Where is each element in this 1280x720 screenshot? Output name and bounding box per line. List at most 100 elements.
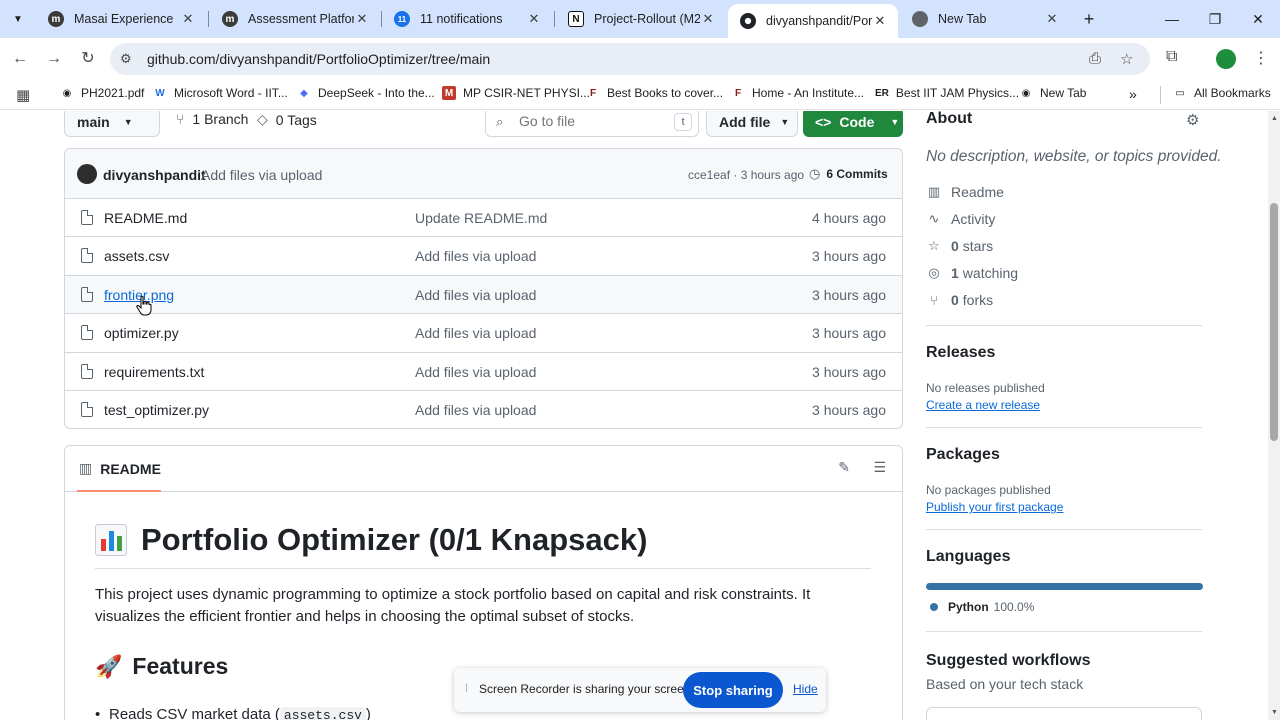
releases-heading[interactable]: Releases — [926, 344, 995, 362]
gear-icon[interactable]: ⚙ — [1186, 111, 1199, 129]
file-commit-link[interactable]: Update README.md — [415, 210, 547, 226]
workflow-card[interactable] — [926, 707, 1202, 720]
file-name-link[interactable]: README.md — [104, 210, 187, 226]
scrollbar-thumb[interactable] — [1270, 203, 1278, 441]
file-name-link[interactable]: requirements.txt — [104, 364, 204, 380]
feature-list-item: • Reads CSV market data (assets.csv) — [95, 706, 371, 720]
stars-link[interactable]: ☆ 0 stars — [926, 238, 993, 254]
profile-avatar[interactable] — [1216, 49, 1236, 69]
suggested-workflows-heading: Suggested workflows — [926, 652, 1091, 669]
file-icon — [81, 325, 93, 341]
commit-message-link[interactable]: Add files via upload — [201, 167, 322, 183]
masai-favicon-icon: m — [222, 11, 238, 27]
stop-sharing-button[interactable]: Stop sharing — [683, 672, 783, 708]
author-avatar[interactable] — [77, 164, 97, 184]
close-icon[interactable]: ✕ — [526, 11, 542, 27]
new-tab-plus-icon[interactable]: + — [1078, 8, 1100, 30]
tab-masai-experience[interactable]: m Masai Experience ✕ — [36, 4, 206, 34]
bookmark-item[interactable]: W Microsoft Word - IIT... — [153, 86, 288, 100]
rocket-emoji-icon: 🚀 — [95, 653, 123, 679]
forward-arrow-icon[interactable]: → — [43, 48, 65, 70]
outline-list-icon[interactable]: ☰ — [873, 459, 886, 476]
commit-hash-time[interactable]: cce1eaf · 3 hours ago — [688, 168, 804, 182]
file-commit-link[interactable]: Add files via upload — [415, 287, 536, 303]
scroll-down-arrow-icon[interactable]: ▼ — [1271, 709, 1278, 716]
tab-assessment-platform[interactable]: m Assessment Platform ✕ — [210, 4, 380, 34]
restore-icon[interactable]: ❐ — [1204, 8, 1226, 30]
drag-handle-icon[interactable]: ⁞ — [465, 683, 468, 695]
close-icon[interactable]: ✕ — [700, 11, 716, 27]
tab-search-chevron-icon[interactable]: ▼ — [6, 7, 30, 31]
tab-github-portfolio-optimizer[interactable]: divyanshpandit/Portfo ✕ — [728, 4, 898, 38]
hide-link[interactable]: Hide — [793, 682, 818, 696]
github-favicon-icon — [740, 13, 756, 29]
install-app-icon[interactable]: ⎙ — [1089, 50, 1101, 67]
folder-icon: ▭ — [1175, 87, 1185, 99]
bookmark-item[interactable]: ◉ New Tab — [1019, 86, 1087, 100]
add-file-button[interactable]: Add file ▼ — [706, 111, 798, 137]
file-name-link[interactable]: optimizer.py — [104, 325, 179, 341]
file-commit-link[interactable]: Add files via upload — [415, 248, 536, 264]
commits-history-link[interactable]: ◷ 6 Commits — [809, 166, 888, 182]
publish-package-link[interactable]: Publish your first package — [926, 500, 1063, 514]
close-icon[interactable]: ✕ — [872, 13, 888, 29]
page-scrollbar[interactable]: ▲ ▼ — [1268, 111, 1280, 720]
caret-down-icon: ▼ — [780, 117, 790, 127]
tab-new-tab[interactable]: New Tab ✕ — [900, 4, 1070, 34]
tab-project-rollout[interactable]: N Project-Rollout (M2) ✕ — [556, 4, 726, 34]
file-name-link[interactable]: test_optimizer.py — [104, 402, 209, 418]
extensions-puzzle-icon[interactable]: ⧉ — [1166, 48, 1177, 66]
branches-link[interactable]: ⑂ 1 Branch — [176, 111, 248, 127]
sharing-message: Screen Recorder is sharing your screen. — [479, 682, 694, 696]
readme-link[interactable]: ▥ Readme — [926, 184, 1004, 200]
scroll-up-arrow-icon[interactable]: ▲ — [1271, 115, 1278, 122]
more-bookmarks-chevron-icon[interactable]: » — [1129, 86, 1137, 102]
bookmark-item[interactable]: ER Best IIT JAM Physics... — [875, 86, 1019, 100]
browser-menu-kebab-icon[interactable]: ⋮ — [1253, 48, 1269, 68]
create-release-link[interactable]: Create a new release — [926, 398, 1040, 412]
bookmark-item[interactable]: ◆ DeepSeek - Into the... — [297, 86, 435, 100]
address-bar[interactable]: ⚙ github.com/divyanshpandit/PortfolioOpt… — [110, 43, 1150, 75]
branch-select-button[interactable]: main ▼ — [64, 111, 160, 137]
bookmark-item[interactable]: F Best Books to cover... — [586, 86, 723, 100]
site-info-icon[interactable]: ⚙ — [120, 51, 132, 67]
bookmark-item[interactable]: F Home - An Institute... — [731, 86, 864, 100]
all-bookmarks[interactable]: ▭ All Bookmarks — [1173, 86, 1270, 100]
url-text[interactable]: github.com/divyanshpandit/PortfolioOptim… — [147, 51, 490, 67]
back-arrow-icon[interactable]: ← — [9, 48, 31, 70]
file-time: 3 hours ago — [812, 248, 886, 265]
bookmarks-separator — [1160, 86, 1161, 104]
tags-link[interactable]: ◇ 0 Tags — [257, 111, 317, 128]
readme-title: Portfolio Optimizer (0/1 Knapsack) — [95, 522, 871, 569]
reload-icon[interactable]: ↻ — [77, 48, 99, 70]
window-close-icon[interactable]: ✕ — [1247, 8, 1269, 30]
code-button[interactable]: <> Code ▼ — [803, 111, 903, 137]
packages-heading[interactable]: Packages — [926, 446, 1000, 464]
forks-link[interactable]: ⑂ 0 forks — [926, 292, 993, 308]
minimize-icon[interactable]: — — [1161, 8, 1183, 30]
file-commit-link[interactable]: Add files via upload — [415, 402, 536, 418]
tab-notifications[interactable]: 11 11 notifications ✕ — [382, 4, 552, 34]
bookmark-star-icon[interactable]: ☆ — [1120, 50, 1133, 68]
readme-tab[interactable]: ▥ README — [79, 460, 161, 477]
commit-author-link[interactable]: divyanshpandit — [103, 167, 206, 183]
file-icon — [81, 363, 93, 379]
close-icon[interactable]: ✕ — [180, 11, 196, 27]
file-row: requirements.txt Add files via upload 3 … — [65, 353, 902, 391]
edit-pencil-icon[interactable]: ✎ — [838, 459, 850, 476]
divider — [926, 529, 1202, 530]
bookmark-item[interactable]: ◉ PH2021.pdf — [60, 86, 145, 100]
language-python[interactable]: Python 100.0% — [930, 600, 1034, 614]
close-icon[interactable]: ✕ — [1044, 11, 1060, 27]
apps-grid-icon[interactable]: ▦ — [16, 86, 30, 104]
bookmark-item[interactable]: M MP CSIR-NET PHYSI... — [442, 86, 590, 100]
go-to-file-search[interactable]: ⌕ t — [485, 111, 699, 137]
file-commit-link[interactable]: Add files via upload — [415, 325, 536, 341]
file-time: 3 hours ago — [812, 286, 886, 303]
go-to-file-input[interactable] — [519, 113, 659, 129]
activity-link[interactable]: ∿ Activity — [926, 211, 996, 227]
watching-link[interactable]: ◎ 1 watching — [926, 265, 1018, 281]
close-icon[interactable]: ✕ — [354, 11, 370, 27]
file-commit-link[interactable]: Add files via upload — [415, 364, 536, 380]
file-name-link[interactable]: assets.csv — [104, 248, 169, 264]
